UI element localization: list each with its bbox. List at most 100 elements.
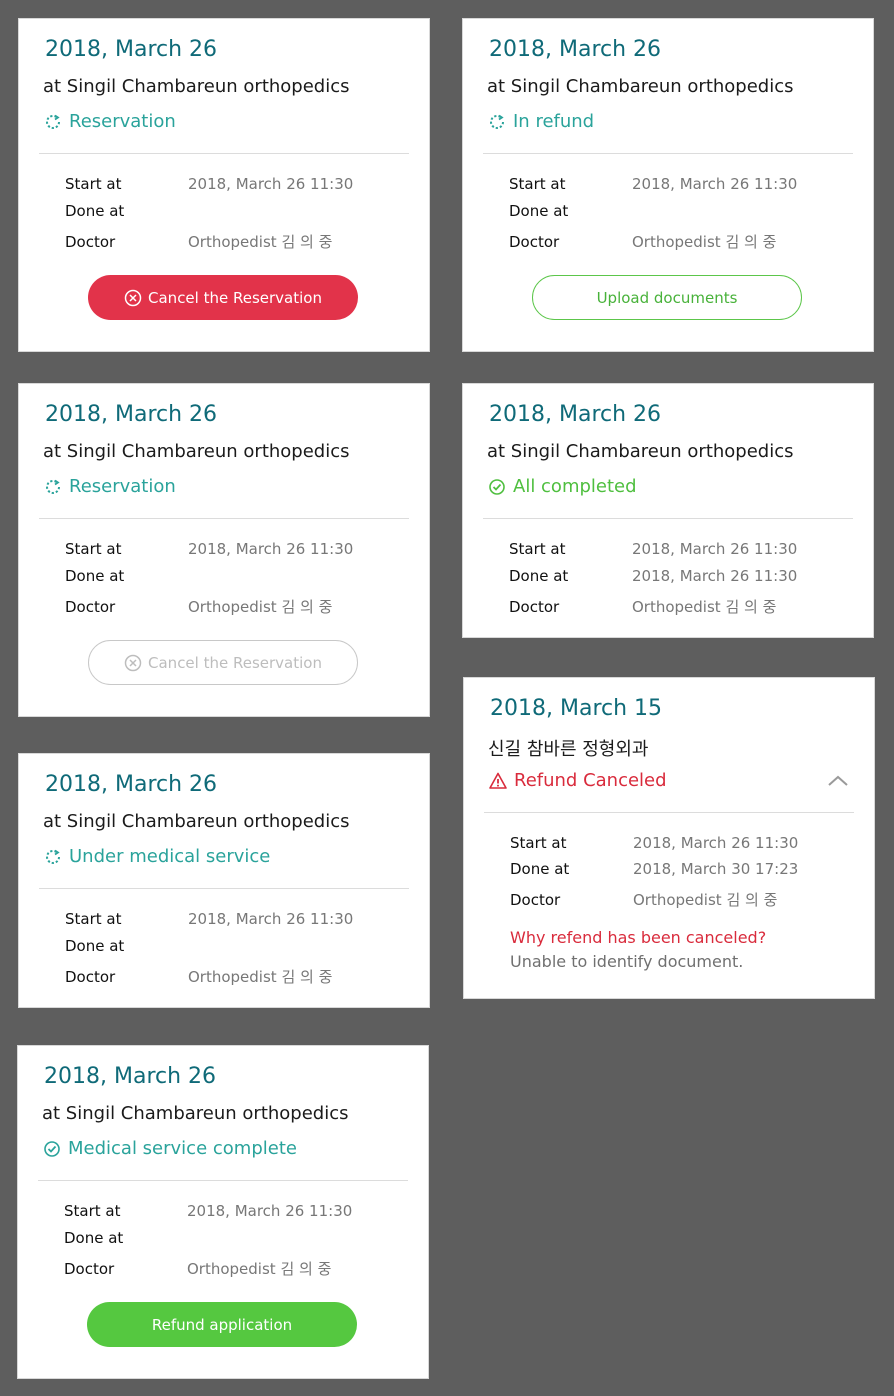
cancel-reason-title: Why refend has been canceled? [510, 928, 767, 947]
appointment-card: 2018, March 26 at Singil Chambareun orth… [18, 383, 430, 717]
doctor-row: Doctor Orthopedist 김 의 중 [509, 596, 776, 617]
start-row: Start at 2018, March 26 11:30 [65, 540, 353, 558]
clinic-name: at Singil Chambareun orthopedics [43, 76, 350, 97]
start-row: Start at 2018, March 26 11:30 [509, 540, 797, 558]
start-row: Start at 2018, March 26 11:30 [509, 175, 797, 193]
done-row: Done at [65, 202, 188, 220]
status-label: In refund [487, 111, 594, 132]
appointment-card: 2018, March 26 at Singil Chambareun orth… [18, 18, 430, 352]
appointment-date: 2018, March 26 [489, 37, 662, 62]
appointment-date: 2018, March 26 [45, 37, 218, 62]
start-label: Start at [509, 540, 566, 558]
appointment-date: 2018, March 15 [490, 696, 663, 721]
doctor-value: Orthopedist 김 의 중 [188, 968, 333, 986]
done-value: 2018, March 26 11:30 [632, 567, 798, 585]
start-label: Start at [64, 1202, 121, 1220]
divider [39, 518, 409, 519]
start-label: Start at [65, 910, 122, 928]
status-label: All completed [487, 476, 637, 497]
done-label: Done at [65, 202, 125, 220]
status-label: Refund Canceled [488, 770, 667, 791]
appointment-date: 2018, March 26 [45, 402, 218, 427]
appointment-date: 2018, March 26 [45, 772, 218, 797]
appointment-date: 2018, March 26 [489, 402, 662, 427]
refresh-icon [43, 847, 63, 867]
start-row: Start at 2018, March 26 11:30 [64, 1202, 352, 1220]
check-circle-icon [487, 477, 507, 497]
close-circle-icon [124, 289, 142, 307]
doctor-row: Doctor Orthopedist 김 의 중 [510, 889, 777, 910]
start-label: Start at [509, 175, 566, 193]
refresh-icon [487, 112, 507, 132]
doctor-row: Doctor Orthopedist 김 의 중 [64, 1258, 331, 1279]
done-label: Done at [64, 1229, 124, 1247]
doctor-label: Doctor [65, 233, 116, 251]
status-text: Under medical service [69, 846, 271, 867]
start-value: 2018, March 26 11:30 [632, 540, 798, 558]
clinic-name: at Singil Chambareun orthopedics [42, 1103, 349, 1124]
start-row: Start at 2018, March 26 11:30 [65, 175, 353, 193]
refresh-icon [43, 477, 63, 497]
done-label: Done at [510, 860, 570, 878]
button-label: Cancel the Reservation [148, 653, 322, 672]
refresh-icon [43, 112, 63, 132]
button-label: Cancel the Reservation [148, 288, 322, 307]
done-row: Done at [509, 202, 632, 220]
status-text: All completed [513, 476, 637, 497]
divider [39, 888, 409, 889]
status-text: Medical service complete [68, 1138, 297, 1159]
upload-documents-button[interactable]: Upload documents [532, 275, 802, 320]
appointment-date: 2018, March 26 [44, 1064, 217, 1089]
doctor-label: Doctor [65, 968, 116, 986]
doctor-row: Doctor Orthopedist 김 의 중 [65, 596, 332, 617]
doctor-value: Orthopedist 김 의 중 [187, 1260, 332, 1278]
status-label: Reservation [43, 111, 176, 132]
divider [483, 518, 853, 519]
appointment-card: 2018, March 26 at Singil Chambareun orth… [462, 18, 874, 352]
cancel-reservation-button[interactable]: Cancel the Reservation [88, 640, 358, 685]
doctor-label: Doctor [510, 891, 561, 909]
doctor-label: Doctor [64, 1260, 115, 1278]
doctor-row: Doctor Orthopedist 김 의 중 [509, 231, 776, 252]
done-label: Done at [509, 202, 569, 220]
done-value: 2018, March 30 17:23 [633, 860, 799, 878]
divider [39, 153, 409, 154]
status-label: Reservation [43, 476, 176, 497]
appointment-card: 2018, March 15 신길 참바른 정형외과 Refund Cancel… [463, 677, 875, 999]
doctor-value: Orthopedist 김 의 중 [188, 233, 333, 251]
appointment-card: 2018, March 26 at Singil Chambareun orth… [462, 383, 874, 638]
clinic-name: at Singil Chambareun orthopedics [43, 441, 350, 462]
doctor-row: Doctor Orthopedist 김 의 중 [65, 966, 332, 987]
start-value: 2018, March 26 11:30 [633, 834, 799, 852]
chevron-up-icon[interactable] [826, 773, 850, 789]
clinic-name: at Singil Chambareun orthopedics [487, 441, 794, 462]
start-value: 2018, March 26 11:30 [188, 175, 354, 193]
button-label: Upload documents [596, 288, 738, 307]
status-text: Refund Canceled [514, 770, 667, 791]
start-row: Start at 2018, March 26 11:30 [510, 834, 798, 852]
cancel-reason-text: Unable to identify document. [510, 952, 744, 971]
start-row: Start at 2018, March 26 11:30 [65, 910, 353, 928]
start-value: 2018, March 26 11:30 [188, 910, 354, 928]
divider [38, 1180, 408, 1181]
doctor-value: Orthopedist 김 의 중 [632, 598, 777, 616]
done-row: Done at [65, 937, 188, 955]
cancel-reservation-button[interactable]: Cancel the Reservation [88, 275, 358, 320]
status-text: In refund [513, 111, 595, 132]
doctor-row: Doctor Orthopedist 김 의 중 [65, 231, 332, 252]
status-text: Reservation [69, 476, 176, 497]
button-label: Refund application [151, 1315, 293, 1334]
done-row: Done at [65, 567, 188, 585]
done-row: Done at 2018, March 30 17:23 [510, 860, 798, 878]
close-circle-icon [124, 654, 142, 672]
done-row: Done at [64, 1229, 187, 1247]
doctor-label: Doctor [509, 233, 560, 251]
done-label: Done at [65, 567, 125, 585]
clinic-name: 신길 참바른 정형외과 [488, 739, 649, 760]
status-text: Reservation [69, 111, 176, 132]
clinic-name: at Singil Chambareun orthopedics [487, 76, 794, 97]
start-label: Start at [65, 175, 122, 193]
divider [484, 812, 854, 813]
refund-application-button[interactable]: Refund application [87, 1302, 357, 1347]
appointment-card: 2018, March 26 at Singil Chambareun orth… [17, 1045, 429, 1379]
